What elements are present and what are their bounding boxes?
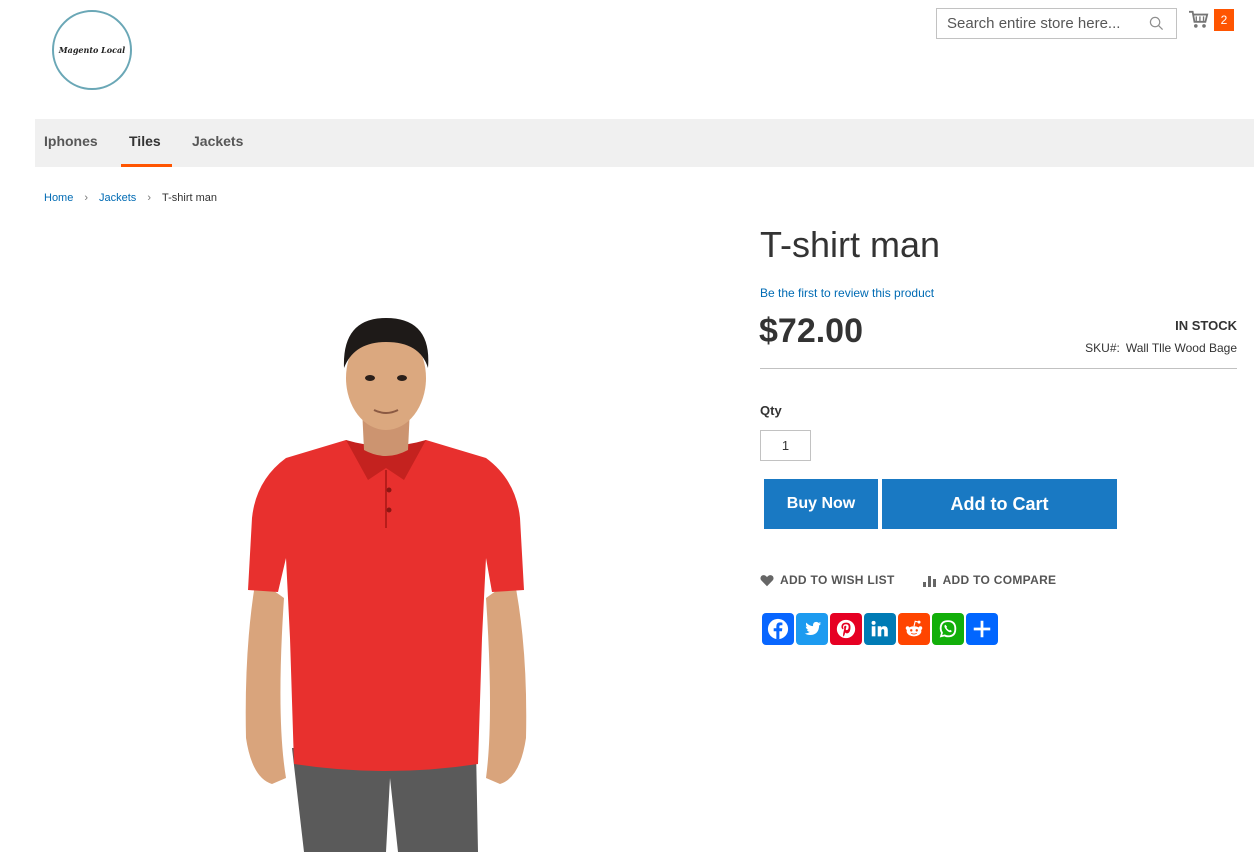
reddit-icon <box>905 620 923 637</box>
add-to-wishlist-link[interactable]: Add to Wish List <box>760 573 895 587</box>
wishlist-label: Add to Wish List <box>780 573 895 587</box>
compare-icon <box>922 575 936 587</box>
breadcrumb: Home › Jackets › T-shirt man <box>44 192 217 204</box>
facebook-share-button[interactable] <box>762 613 794 645</box>
product-sku: SKU#: Wall Tlle Wood Bage <box>1085 341 1237 355</box>
add-to-compare-link[interactable]: Add to Compare <box>922 573 1057 587</box>
cart-count-badge[interactable]: 2 <box>1214 9 1234 31</box>
whatsapp-icon <box>939 620 957 638</box>
qty-input[interactable] <box>760 430 811 461</box>
product-photo <box>245 318 527 852</box>
main-navigation: Iphones Tiles Jackets <box>35 119 1254 167</box>
product-price: $72.00 <box>759 312 863 350</box>
breadcrumb-category[interactable]: Jackets <box>99 192 136 204</box>
product-title: T-shirt man <box>760 224 941 265</box>
price-divider <box>760 368 1237 369</box>
stock-status: In stock <box>1175 318 1237 333</box>
breadcrumb-home[interactable]: Home <box>44 192 73 204</box>
twitter-icon <box>804 621 822 636</box>
linkedin-share-button[interactable] <box>864 613 896 645</box>
reddit-share-button[interactable] <box>898 613 930 645</box>
compare-label: Add to Compare <box>942 573 1057 587</box>
breadcrumb-separator-icon: › <box>147 192 151 204</box>
pinterest-icon <box>836 619 856 639</box>
heart-icon <box>760 574 774 586</box>
product-image-gallery[interactable] <box>46 218 720 852</box>
share-more-button[interactable] <box>966 613 998 645</box>
sku-label: SKU#: <box>1085 341 1120 355</box>
store-logo[interactable]: Magento Local <box>52 10 132 90</box>
review-link[interactable]: Be the first to review this product <box>760 286 934 300</box>
linkedin-icon <box>871 620 888 637</box>
breadcrumb-current: T-shirt man <box>161 192 217 204</box>
nav-item-iphones[interactable]: Iphones <box>44 119 98 167</box>
add-to-cart-button[interactable]: Add to Cart <box>882 479 1117 529</box>
whatsapp-share-button[interactable] <box>932 613 964 645</box>
pinterest-share-button[interactable] <box>830 613 862 645</box>
shopping-cart-icon[interactable] <box>1188 10 1210 30</box>
facebook-icon <box>767 618 789 640</box>
search-box <box>936 8 1177 39</box>
search-icon[interactable] <box>1149 16 1164 31</box>
breadcrumb-separator-icon: › <box>84 192 89 204</box>
minicart[interactable]: 2 <box>1188 9 1234 31</box>
nav-item-tiles[interactable]: Tiles <box>121 119 172 167</box>
search-input[interactable] <box>947 15 1137 32</box>
qty-label: Qty <box>760 403 782 418</box>
share-buttons <box>762 613 998 645</box>
logo-text: Magento Local <box>58 45 126 55</box>
sku-value: Wall Tlle Wood Bage <box>1125 341 1237 355</box>
share-more-icon <box>973 620 991 638</box>
buy-now-button[interactable]: Buy Now <box>764 479 878 529</box>
twitter-share-button[interactable] <box>796 613 828 645</box>
nav-item-jackets[interactable]: Jackets <box>192 119 243 167</box>
product-social-actions: Add to Wish List Add to Compare <box>760 573 1056 587</box>
